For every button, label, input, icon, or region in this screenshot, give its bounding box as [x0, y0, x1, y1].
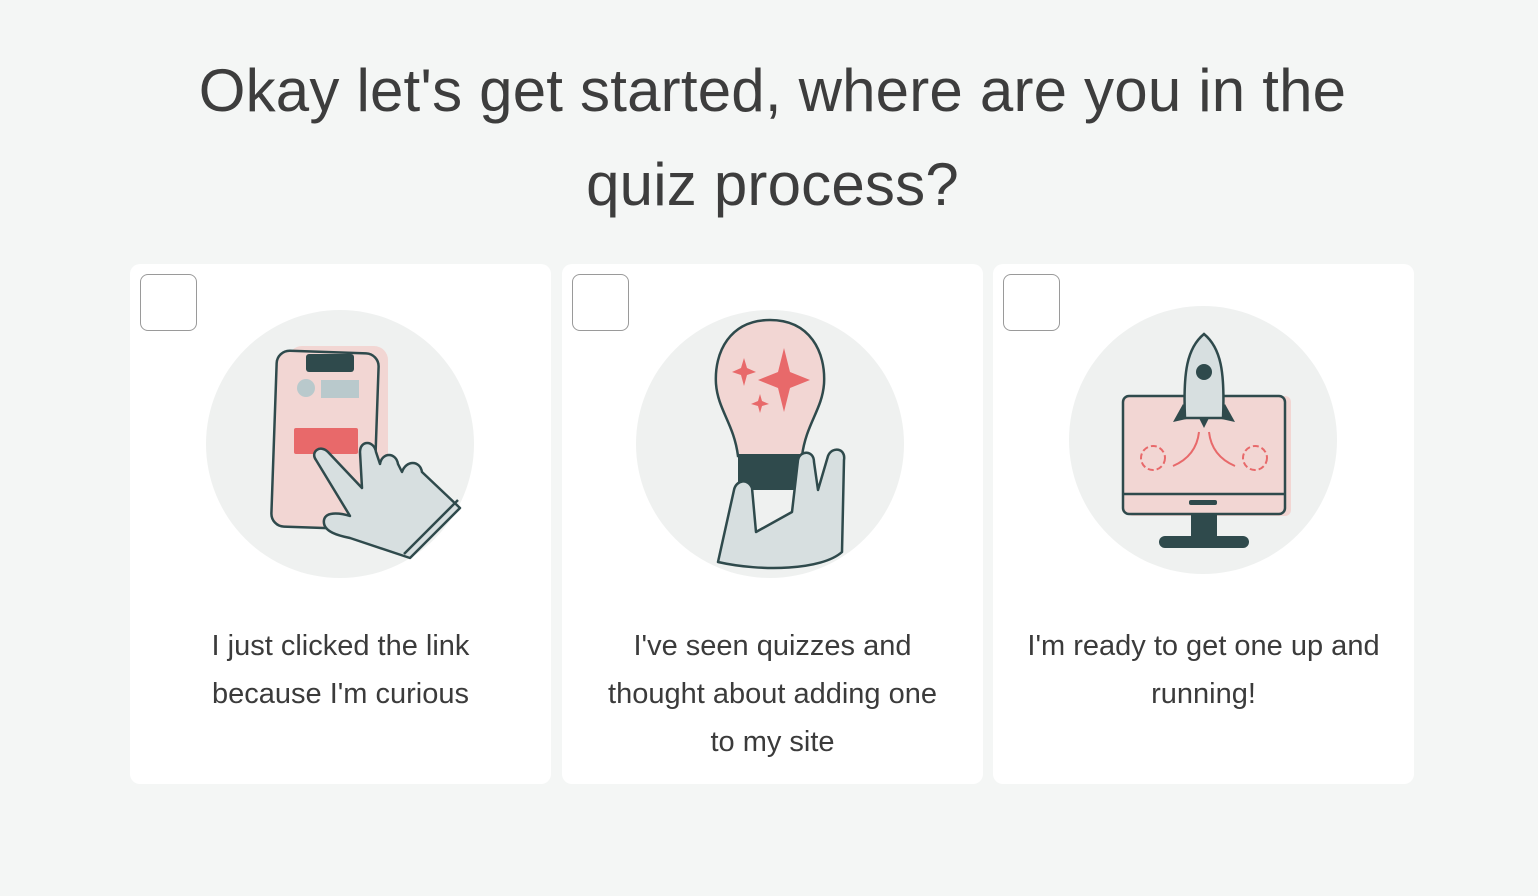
option-label-line: thought about adding one	[608, 678, 937, 710]
hand-holding-lightbulb-icon	[636, 310, 904, 578]
question-line-2: quiz process?	[586, 151, 959, 218]
option-checkbox[interactable]	[572, 274, 629, 331]
option-checkbox[interactable]	[1003, 274, 1060, 331]
option-card-just-curious[interactable]: I just clicked the link because I'm curi…	[130, 264, 551, 784]
option-label: I've seen quizzes and thought about addi…	[577, 622, 968, 766]
option-label-line: I'm ready to get one up and	[1027, 630, 1380, 662]
option-label: I'm ready to get one up and running!	[1008, 622, 1399, 718]
question-line-1: Okay let's get started, where are you in…	[198, 57, 1347, 124]
hand-tapping-phone-icon	[206, 310, 474, 578]
question-heading: Okay let's get started, where are you in…	[160, 44, 1385, 232]
option-card-thought-about-it[interactable]: I've seen quizzes and thought about addi…	[562, 264, 983, 784]
option-card-ready-to-launch[interactable]: I'm ready to get one up and running!	[993, 264, 1414, 784]
option-label-line: I just clicked the link	[211, 630, 470, 662]
option-checkbox[interactable]	[140, 274, 197, 331]
option-label-line: because I'm curious	[212, 678, 469, 710]
option-label-line: running!	[1151, 678, 1256, 710]
option-label: I just clicked the link because I'm curi…	[145, 622, 536, 718]
rocket-launching-from-monitor-icon	[1069, 306, 1337, 574]
option-label-line: to my site	[710, 726, 835, 758]
option-label-line: I've seen quizzes and	[633, 630, 912, 662]
